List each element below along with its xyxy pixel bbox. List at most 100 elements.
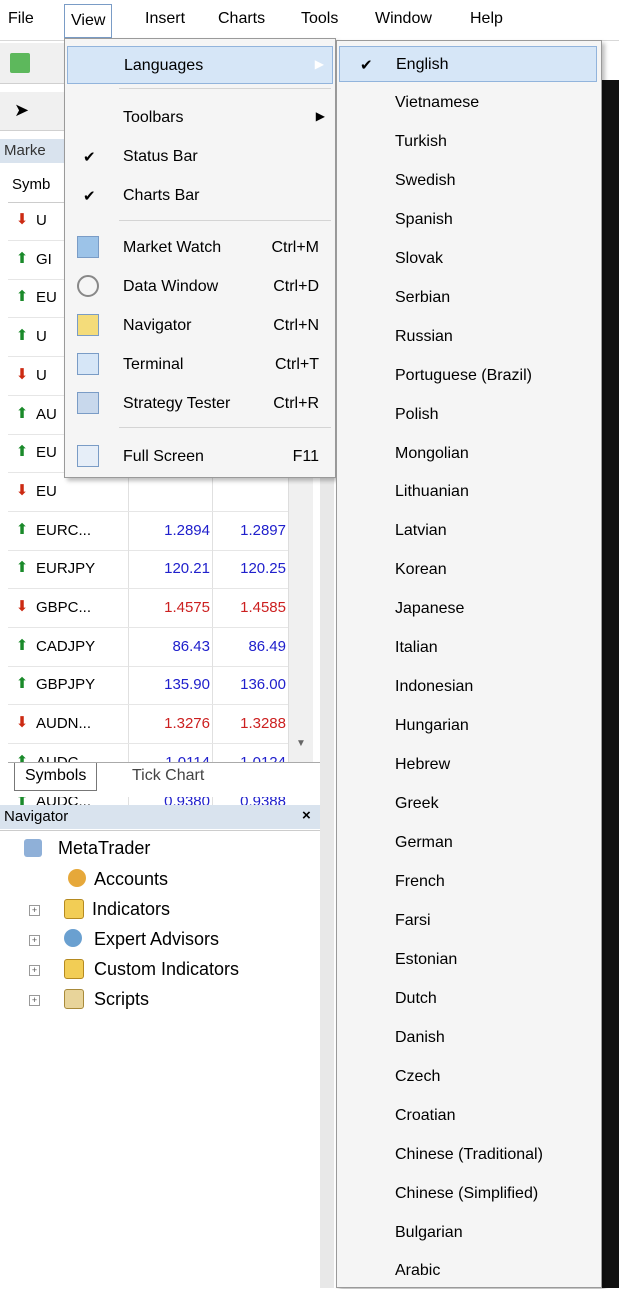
tree-item-custom-indicators[interactable]: Custom Indicators — [94, 959, 239, 980]
language-item-indonesian[interactable]: Indonesian — [339, 669, 597, 705]
language-item-label: Italian — [395, 639, 438, 657]
language-item-label: Czech — [395, 1067, 441, 1085]
expand-indicators-icon[interactable]: + — [29, 905, 40, 916]
language-item-label: Chinese (Simplified) — [395, 1184, 539, 1202]
language-item-vietnamese[interactable]: Vietnamese — [339, 85, 597, 121]
view-menu-item-label: Market Watch — [123, 239, 222, 256]
table-row[interactable]: ⬇ AUDN... 1.3276 1.3288 — [8, 705, 288, 745]
table-row[interactable]: ⬆ EURC... 1.2894 1.2897 — [8, 511, 288, 551]
language-item-spanish[interactable]: Spanish — [339, 202, 597, 238]
market-watch-title: Marke — [4, 142, 46, 159]
arrow-down-icon: ⬇ — [15, 598, 29, 615]
language-item-lithuanian[interactable]: Lithuanian — [339, 474, 597, 510]
symbol-cell: EU — [36, 289, 57, 307]
language-item-mongolian[interactable]: Mongolian — [339, 436, 597, 472]
language-item-label: German — [395, 834, 453, 851]
market-watch-icon — [77, 236, 99, 258]
language-item-korean[interactable]: Korean — [339, 552, 597, 588]
language-item-croatian[interactable]: Croatian — [339, 1098, 597, 1134]
arrow-up-icon: ⬆ — [15, 559, 29, 577]
expand-custom-indicators-icon[interactable]: + — [29, 965, 40, 976]
table-row[interactable]: ⬆ CADJPY 86.43 86.49 — [8, 627, 288, 667]
menu-window[interactable]: Window — [375, 10, 432, 28]
language-item-label: Polish — [395, 405, 439, 423]
tree-item-scripts[interactable]: Scripts — [94, 989, 149, 1010]
column-separator — [128, 472, 129, 511]
menu-view[interactable]: View — [64, 4, 113, 38]
language-item-latvian[interactable]: Latvian — [339, 513, 597, 549]
column-separator — [128, 705, 129, 744]
expand-scripts-icon[interactable]: + — [29, 995, 40, 1006]
language-item-estonian[interactable]: Estonian — [339, 942, 597, 978]
languages-submenu: ✔ English Vietnamese Turkish Swedish Spanish S… — [336, 40, 602, 1288]
menu-tools[interactable]: Tools — [301, 10, 338, 28]
navigator-close-icon[interactable]: × — [302, 807, 311, 824]
menu-insert[interactable]: Insert — [145, 10, 185, 28]
symbol-column-header[interactable]: Symb — [12, 176, 50, 193]
language-item-czech[interactable]: Czech — [339, 1059, 597, 1095]
bid-cell: 1.2894 — [164, 521, 210, 539]
tree-item-accounts[interactable]: Accounts — [94, 869, 168, 890]
menu-charts[interactable]: Charts — [218, 10, 265, 28]
language-item-italian[interactable]: Italian — [339, 630, 597, 666]
chart-area[interactable] — [600, 80, 619, 1288]
language-item-danish[interactable]: Danish — [339, 1020, 597, 1056]
language-item-serbian[interactable]: Serbian — [339, 280, 597, 316]
view-menu-item-label: Charts Bar — [123, 187, 200, 204]
language-item-chinese-traditional[interactable]: Chinese (Traditional) — [339, 1137, 597, 1173]
shortcut-label: Ctrl+N — [273, 317, 319, 334]
language-item-hungarian[interactable]: Hungarian — [339, 708, 597, 744]
language-item-farsi[interactable]: Farsi — [339, 903, 597, 939]
language-item-swedish[interactable]: Swedish — [339, 163, 597, 199]
language-item-polish[interactable]: Polish — [339, 397, 597, 433]
tree-item-expert-advisors[interactable]: Expert Advisors — [94, 929, 219, 950]
language-item-bulgarian[interactable]: Bulgarian — [339, 1215, 597, 1251]
language-item-french[interactable]: French — [339, 864, 597, 900]
view-menu-item-full-screen[interactable]: Full Screen F11 — [67, 438, 333, 476]
expand-expert-advisors-icon[interactable]: + — [29, 935, 40, 946]
symbol-cell: GI — [36, 250, 52, 268]
table-row[interactable]: ⬇ EU — [8, 472, 288, 512]
language-item-chinese-simplified[interactable]: Chinese (Simplified) — [339, 1176, 597, 1212]
language-item-label: Indonesian — [395, 678, 474, 696]
view-menu-item-terminal[interactable]: Terminal Ctrl+T — [67, 346, 333, 384]
language-item-turkish[interactable]: Turkish — [339, 124, 597, 160]
tab-symbols[interactable]: Symbols — [14, 763, 98, 791]
language-item-hebrew[interactable]: Hebrew — [339, 747, 597, 783]
language-item-english[interactable]: ✔ English — [339, 46, 597, 82]
column-separator — [128, 511, 129, 550]
view-menu-item-navigator[interactable]: Navigator Ctrl+N — [67, 307, 333, 345]
view-menu-item-strategy-tester[interactable]: Strategy Tester Ctrl+R — [67, 385, 333, 423]
scroll-down-icon[interactable]: ▼ — [296, 738, 306, 749]
language-item-label: Dutch — [395, 989, 437, 1007]
language-item-russian[interactable]: Russian — [339, 319, 597, 355]
language-item-dutch[interactable]: Dutch — [339, 981, 597, 1017]
indicators-icon — [64, 899, 84, 919]
tree-root-metatrader[interactable]: MetaTrader — [58, 838, 150, 859]
tree-item-indicators[interactable]: Indicators — [92, 899, 170, 920]
language-item-slovak[interactable]: Slovak — [339, 241, 597, 277]
table-row[interactable]: ⬆ GBPJPY 135.90 136.00 — [8, 666, 288, 706]
custom-indicators-icon — [64, 959, 84, 979]
view-menu-item-market-watch[interactable]: Market Watch Ctrl+M — [67, 229, 333, 267]
language-item-german[interactable]: German — [339, 825, 597, 861]
language-item-greek[interactable]: Greek — [339, 786, 597, 822]
view-menu-item-languages[interactable]: Languages ▶ — [67, 46, 333, 84]
arrow-down-icon: ⬇ — [15, 714, 29, 732]
table-row[interactable]: ⬆ EURJPY 120.21 120.25 — [8, 550, 288, 590]
view-menu-item-status-bar[interactable]: ✔ Status Bar — [67, 138, 333, 176]
view-menu-item-charts-bar[interactable]: ✔ Charts Bar — [67, 177, 333, 215]
menu-help[interactable]: Help — [470, 10, 503, 28]
language-item-arabic[interactable]: Arabic — [339, 1253, 597, 1289]
view-menu-item-toolbars[interactable]: Toolbars ▶ — [67, 99, 333, 137]
menu-file[interactable]: File — [8, 10, 34, 28]
new-chart-icon[interactable] — [10, 53, 30, 73]
view-menu-item-data-window[interactable]: Data Window Ctrl+D — [67, 268, 333, 306]
arrow-up-icon: ⬆ — [15, 404, 29, 422]
cursor-icon[interactable]: ➤ — [14, 100, 29, 121]
column-separator — [212, 472, 213, 511]
language-item-portuguese-brazil[interactable]: Portuguese (Brazil) — [339, 358, 597, 394]
language-item-japanese[interactable]: Japanese — [339, 591, 597, 627]
tab-tick-chart[interactable]: Tick Chart — [132, 767, 204, 785]
table-row[interactable]: ⬇ GBPC... 1.4575 1.4585 — [8, 589, 288, 628]
